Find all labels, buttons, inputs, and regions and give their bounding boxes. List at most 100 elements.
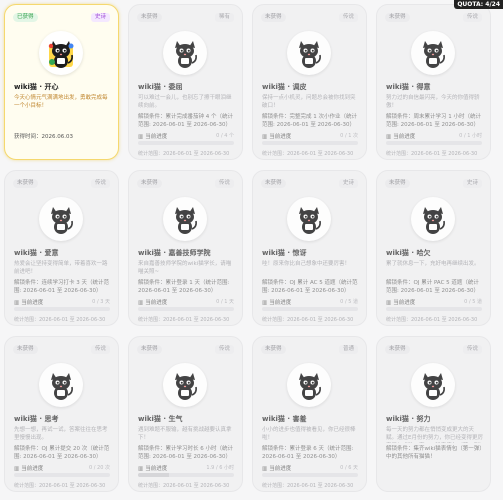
stat-range: 统计范围：2026-06-01 至 2026-06-30	[386, 151, 478, 157]
avatar-circle	[163, 363, 207, 407]
progress-bar	[138, 473, 234, 477]
avatar-circle	[287, 363, 331, 407]
progress-label-text: 当前进度	[21, 466, 44, 472]
progress-bar	[262, 307, 358, 311]
badge-title: wiki猫 · 爱意	[14, 249, 59, 257]
badge-title: wiki猫 · 调皮	[262, 83, 307, 91]
rarity-badge: 普通	[338, 345, 358, 354]
cat-icon	[51, 373, 73, 400]
badge-title: wiki猫 · 生气	[138, 415, 183, 423]
progress-count: 1.9 / 6 小时	[206, 465, 234, 471]
bar-chart-icon: ▥	[386, 300, 392, 306]
badge-description: 来自嘉善技师学院的wiki猫学长，请喵喵关照~	[138, 261, 232, 275]
unlock-condition: 解锁条件：连续学习打卡 3 天（统计范围: 2026-06-01 至 2026-…	[14, 280, 109, 294]
avatar-circle	[163, 197, 207, 241]
progress-count: 0 / 1 次	[340, 133, 358, 139]
bar-chart-icon: ▥	[138, 466, 144, 472]
progress-label: ▥ 当前进度	[138, 464, 167, 472]
badge-card[interactable]: 未获得 稀有 wiki猫 · 委屈可以难过一会儿，也别忘了擦干眼泪继续向前。 解锁条…	[128, 4, 243, 160]
status-badge: 未获得	[261, 179, 286, 188]
progress-label: ▥ 当前进度	[386, 132, 415, 140]
avatar-circle	[39, 363, 83, 407]
progress-bar	[262, 473, 358, 477]
badge-card[interactable]: 未获得 传说 wiki猫 · 生气 遇到难题不服输，越有挑战越要认真拿下！ 解锁条件：…	[128, 336, 243, 492]
status-badge: 已获得	[13, 13, 38, 22]
badge-card[interactable]: 未获得 传说 wiki猫 · 嘉善技师学院 来自嘉善技师学院的wiki猫学长，请喵喵…	[128, 170, 243, 326]
progress-bar	[14, 307, 110, 311]
progress-count: 0 / 20 次	[89, 465, 110, 471]
stat-range: 统计范围：2026-06-01 至 2026-06-30	[262, 317, 354, 323]
unlock-condition: 解锁条件：完整完成 1 次小作业（统计范围: 2026-06-01 至 2026…	[262, 114, 357, 128]
badge-card[interactable]: 未获得 传说 wiki猫 · 得意 努力过的自信最闪亮，今天的你值得骄傲！ 解锁条件：…	[376, 4, 491, 160]
stat-range: 统计范围：2026-06-01 至 2026-06-30	[262, 151, 354, 157]
unlock-condition: 解锁条件：累计登录 1 天（统计范围: 2026-06-01 至 2026-06…	[138, 280, 230, 294]
progress-label-text: 当前进度	[269, 466, 292, 472]
badge-title: wiki猫 · 委屈	[138, 83, 183, 91]
quota-indicator: QUOTA: 4/24	[454, 0, 503, 9]
badge-title: wiki猫 · 得意	[386, 83, 431, 91]
progress-label-text: 当前进度	[393, 300, 416, 306]
status-badge: 未获得	[137, 179, 162, 188]
rarity-badge: 稀有	[214, 13, 234, 22]
progress-label: ▥ 当前进度	[262, 298, 291, 306]
badge-card[interactable]: 未获得 史诗 wiki猫 · 哈欠 累了就休息一下，充好电再继续出发。 解锁条件：OJ…	[376, 170, 491, 326]
stat-range: 统计范围：2026-06-01 至 2026-06-30	[138, 151, 230, 157]
progress-count: 0 / 4 个	[216, 133, 234, 139]
badge-card[interactable]: 未获得 传说 wiki猫 · 思考 先想一想，再试一试，答案往往在思考里慢慢出现。解…	[4, 336, 119, 492]
cat-icon	[423, 207, 445, 234]
unlock-condition: 解锁条件：OJ 累计 PAC 5 道题（统计范围: 2026-06-01 至 2…	[386, 280, 480, 294]
badge-card[interactable]: 已获得 史诗 wiki猫 · 开心 今天心情元气满满地出发，勇敢完成每一个小目标！ 获…	[4, 4, 119, 160]
progress-label: ▥ 当前进度	[262, 464, 291, 472]
stat-range: 统计范围：2026-06-01 至 2026-06-30	[262, 483, 354, 489]
badge-description: 遇到难题不服输，越有挑战越要认真拿下！	[138, 427, 232, 441]
progress-fill	[138, 473, 169, 477]
badge-card[interactable]: 未获得 普通 wiki猫 · 害羞 小小的进步也值得被看见，你已经很棒啦！ 解锁条件：…	[252, 336, 367, 492]
progress-label: ▥ 当前进度	[138, 132, 167, 140]
rarity-badge: 传说	[462, 13, 482, 22]
progress-bar	[138, 307, 234, 311]
badge-title: wiki猫 · 开心	[14, 83, 59, 91]
progress-label-text: 当前进度	[269, 134, 292, 140]
status-badge: 未获得	[385, 13, 410, 22]
cat-icon	[175, 373, 197, 400]
status-badge: 未获得	[137, 345, 162, 354]
rarity-badge: 史诗	[338, 179, 358, 188]
bar-chart-icon: ▥	[14, 466, 20, 472]
unlock-condition: 解锁条件：累计完成番茄钟 4 个（统计范围: 2026-06-01 至 2026…	[138, 114, 233, 128]
avatar-circle	[287, 197, 331, 241]
badge-card[interactable]: 未获得 传说 wiki猫 · 调皮 保持一点小机灵，问题总会被你找到突破口！ 解锁条件…	[252, 4, 367, 160]
badge-description: 哇！原来你比自己想象中还要厉害！	[262, 261, 351, 267]
stat-range: 统计范围：2026-06-01 至 2026-06-30	[138, 317, 230, 323]
badge-title: wiki猫 · 哈欠	[386, 249, 431, 257]
progress-label-text: 当前进度	[145, 300, 168, 306]
unlock-condition: 解锁条件：累计学习时长 6 小时（统计范围: 2026-06-01 至 2026…	[138, 446, 233, 460]
badge-card[interactable]: 未获得 史诗 wiki猫 · 惊讶 哇！原来你比自己想象中还要厉害！ 解锁条件：OJ …	[252, 170, 367, 326]
badge-description: 可以难过一会儿，也别忘了擦干眼泪继续向前。	[138, 95, 232, 109]
progress-bar	[386, 307, 482, 311]
badge-card[interactable]: 未获得 传说 wiki猫 · 努力 每一天的努力都在悄悄变成更大的天赋。通过E月份的…	[376, 336, 491, 492]
progress-label: ▥ 当前进度	[262, 132, 291, 140]
progress-label: ▥ 当前进度	[14, 464, 43, 472]
badge-description: 努力过的自信最闪亮，今天的你值得骄傲！	[386, 95, 480, 109]
progress-label-text: 当前进度	[145, 466, 168, 472]
cat-icon	[51, 207, 73, 234]
avatar-circle	[163, 31, 207, 75]
avatar-circle	[287, 31, 331, 75]
cat-icon	[423, 41, 445, 68]
badge-description: 小小的进步也值得被看见，你已经很棒啦！	[262, 427, 356, 441]
bar-chart-icon: ▥	[262, 300, 268, 306]
badge-title: wiki猫 · 努力	[386, 415, 431, 423]
cat-icon	[423, 373, 445, 400]
badge-card[interactable]: 未获得 传说 wiki猫 · 爱意 热爱会让坚持变得简单，带着喜欢一路前进吧！ 解锁条…	[4, 170, 119, 326]
bar-chart-icon: ▥	[14, 300, 20, 306]
progress-count: 0 / 1 天	[216, 299, 234, 305]
stat-range: 统计范围：2026-06-01 至 2026-06-30	[14, 317, 106, 323]
rarity-badge: 史诗	[462, 179, 482, 188]
status-badge: 未获得	[137, 13, 162, 22]
status-badge: 未获得	[385, 179, 410, 188]
badge-title: wiki猫 · 嘉善技师学院	[138, 249, 211, 257]
badge-description: 每一天的努力都在悄悄变成更大的天赋。通过E月份的努力，你已经变得更厉害了！成功一…	[386, 427, 483, 441]
rarity-badge: 传说	[462, 345, 482, 354]
badge-title: wiki猫 · 惊讶	[262, 249, 307, 257]
bar-chart-icon: ▥	[138, 134, 144, 140]
